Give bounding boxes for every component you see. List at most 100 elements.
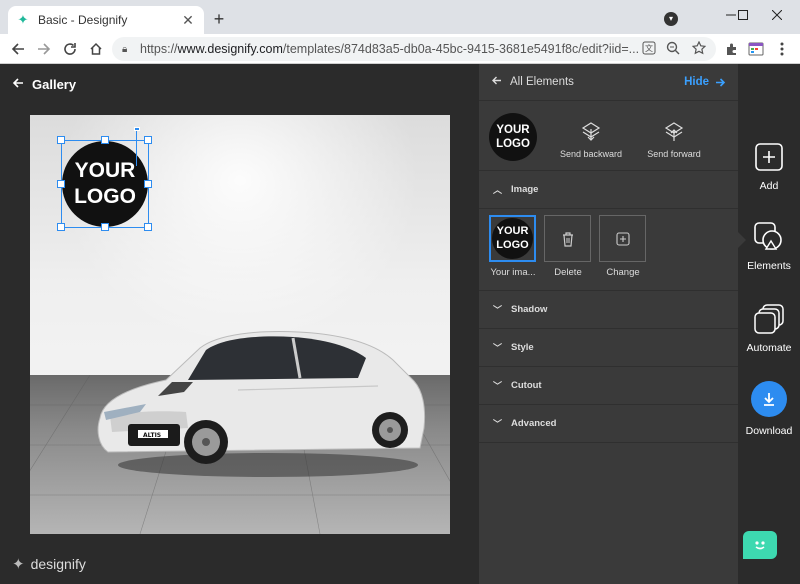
hide-panel-button[interactable]: Hide — [684, 76, 726, 88]
resize-handle-top-left[interactable] — [57, 136, 65, 144]
browser-tab[interactable]: ✦ Basic - Designify ✕ — [8, 6, 204, 34]
url-prefix: https:// — [140, 42, 178, 56]
design-canvas[interactable]: ALTIS YOUR LOGO — [30, 115, 450, 534]
bookmark-star-icon[interactable] — [690, 39, 708, 57]
chevron-up-icon: ︿ — [493, 185, 503, 195]
back-button[interactable] — [6, 37, 30, 61]
rail-download-label: Download — [745, 425, 793, 437]
section-advanced-header[interactable]: ﹀ Advanced — [479, 405, 738, 443]
section-image-label: Image — [511, 184, 539, 195]
maximize-icon — [738, 10, 748, 20]
plus-square-icon — [615, 231, 630, 246]
car-image[interactable]: ALTIS — [88, 320, 428, 480]
reload-icon — [64, 43, 76, 55]
send-backward-icon — [581, 122, 601, 141]
chevron-down-icon: ﹀ — [493, 343, 503, 353]
url-host: www.designify.com — [177, 42, 283, 56]
new-tab-button[interactable]: + — [208, 8, 230, 30]
right-rail: Add Elements Automate Download — [738, 64, 800, 584]
resize-handle-right[interactable] — [144, 180, 152, 188]
rail-add-label: Add — [759, 180, 779, 192]
back-to-all-elements-icon[interactable] — [491, 75, 502, 89]
arrow-right-icon — [716, 77, 726, 87]
chevron-down-icon: ﹀ — [493, 305, 503, 315]
chevron-down-icon: ﹀ — [493, 419, 503, 429]
section-image-header[interactable]: ︿ Image — [479, 171, 738, 209]
url-path: /templates/874d83a5-db0a-45bc-9415-3681e… — [282, 42, 640, 56]
browser-toolbar: 🔒︎ https://www.designify.com/templates/8… — [0, 34, 800, 64]
mini-line-1: YOUR — [496, 224, 529, 237]
section-style-header[interactable]: ﹀ Style — [479, 329, 738, 367]
chevron-down-icon: ﹀ — [493, 381, 503, 391]
translate-icon[interactable]: 文 — [640, 39, 658, 57]
designify-favicon-icon: ✦ — [17, 12, 29, 27]
elements-icon — [754, 222, 784, 252]
gallery-back-link[interactable]: Gallery — [12, 76, 76, 92]
extensions-puzzle-icon[interactable] — [722, 39, 742, 59]
section-advanced-label: Advanced — [511, 418, 557, 429]
rail-automate-button[interactable]: Automate — [738, 304, 800, 354]
selection-box — [57, 127, 152, 231]
close-icon — [772, 10, 782, 20]
chat-bot-icon — [755, 541, 765, 550]
send-backward-button[interactable]: Send backward — [551, 121, 631, 159]
address-bar[interactable]: 🔒︎ https://www.designify.com/templates/8… — [112, 37, 716, 61]
close-window-button[interactable] — [754, 0, 800, 30]
download-icon — [751, 381, 787, 417]
resize-handle-left[interactable] — [57, 180, 65, 188]
svg-text:ALTIS: ALTIS — [143, 432, 161, 439]
image-options-row: YOUR LOGO Your ima... Delete Change — [479, 209, 738, 291]
thumb-line-1: YOUR — [496, 123, 530, 136]
sparkle-logo-icon: ✦ — [12, 556, 25, 573]
panel-header: All Elements Hide — [479, 64, 738, 101]
resize-handle-bottom-left[interactable] — [57, 223, 65, 231]
rail-elements-label: Elements — [747, 260, 791, 272]
home-icon — [90, 42, 102, 55]
rail-automate-label: Automate — [746, 342, 792, 354]
section-style-label: Style — [511, 342, 534, 353]
thumb-line-2: LOGO — [496, 138, 530, 150]
current-image-tile[interactable]: YOUR LOGO — [489, 215, 536, 262]
selected-element-thumbnail: YOUR LOGO — [489, 113, 537, 161]
svg-text:文: 文 — [645, 43, 653, 53]
all-elements-link[interactable]: All Elements — [510, 76, 574, 88]
lock-icon: 🔒︎ — [122, 43, 128, 55]
rail-download-button[interactable]: Download — [738, 381, 800, 437]
section-cutout-label: Cutout — [511, 380, 542, 391]
resize-handle-top-right[interactable] — [144, 136, 152, 144]
change-image-button[interactable] — [599, 215, 646, 262]
arrow-right-icon — [38, 43, 51, 55]
reload-button[interactable] — [58, 37, 82, 61]
chat-support-button[interactable] — [743, 531, 777, 559]
element-layer-row: YOUR LOGO Send backward Send forward — [479, 101, 738, 171]
zoom-icon[interactable] — [664, 39, 682, 57]
properties-panel: All Elements Hide YOUR LOGO Send backwar… — [479, 64, 738, 584]
editor-app: Gallery ALTIS YOUR LOGO ✦ designify All … — [0, 64, 800, 584]
resize-handle-bottom-right[interactable] — [144, 223, 152, 231]
send-forward-button[interactable]: Send forward — [634, 121, 714, 159]
delete-label: Delete — [554, 267, 582, 278]
designify-brand[interactable]: ✦ designify — [12, 555, 86, 573]
resize-handle-bottom[interactable] — [101, 223, 109, 231]
arrow-left-icon — [11, 43, 24, 55]
section-cutout-header[interactable]: ﹀ Cutout — [479, 367, 738, 405]
home-button[interactable] — [84, 37, 108, 61]
rail-add-button[interactable]: Add — [738, 142, 800, 192]
gallery-label: Gallery — [32, 76, 77, 92]
browser-tabstrip: ✦ Basic - Designify ✕ + ▾ — [0, 0, 800, 34]
automate-stack-icon — [754, 304, 784, 334]
change-label: Change — [606, 267, 640, 278]
rotate-handle[interactable] — [134, 127, 140, 131]
section-shadow-header[interactable]: ﹀ Shadow — [479, 291, 738, 329]
rail-elements-button[interactable]: Elements — [738, 222, 800, 272]
tab-title: Basic - Designify — [38, 13, 128, 27]
forward-button[interactable] — [32, 37, 56, 61]
extension-calendar-icon[interactable] — [746, 39, 766, 59]
tab-close-icon[interactable]: ✕ — [180, 12, 196, 29]
resize-handle-top[interactable] — [101, 136, 109, 144]
mini-line-2: LOGO — [496, 238, 529, 251]
browser-menu-icon[interactable] — [772, 39, 792, 59]
delete-image-button[interactable] — [544, 215, 591, 262]
profile-menu-icon[interactable]: ▾ — [664, 12, 678, 26]
section-shadow-label: Shadow — [511, 304, 548, 315]
